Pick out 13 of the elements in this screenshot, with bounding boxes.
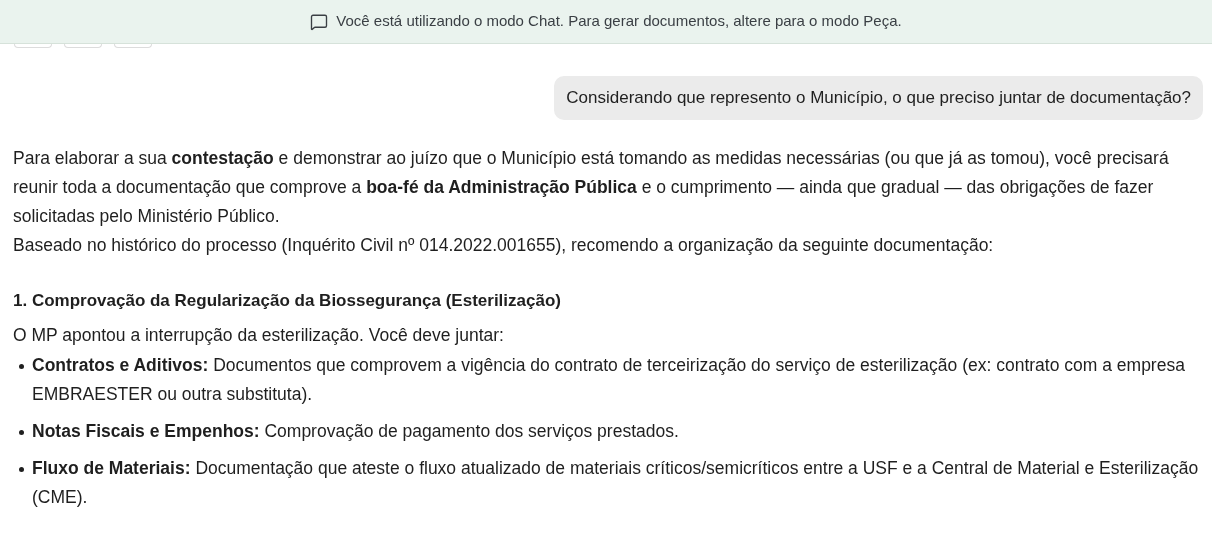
bullet-text: Notas Fiscais e Empenhos: Comprovação de pagamento dos serviços prestados. <box>32 419 679 443</box>
bullet-icon <box>19 363 24 369</box>
answer-paragraph: Baseado no histórico do processo (Inquérito Civil nº 014.2022.001655), recomendo a organização da seguinte documentação: <box>13 233 995 257</box>
answer-paragraph: Para elaborar a sua contestação e demonstrar ao juízo que o Município está tomando as medidas necessárias (ou que já as tomou), você precisará reunir toda a documentação que comprove a boa-fé da Administração Pública e o cumprimento — ainda que gradual — das obrigações de fazer solicitadas pelo Ministério Público. <box>13 146 1170 228</box>
bullet-text: Contratos e Aditivos: Documentos que comprovem a vigência do contrato de terceirização do serviço de esterilização (ex: contrato com a empresa EMBRAESTER ou outra substituta). <box>32 353 1186 406</box>
banner-text: Você está utilizando o modo Chat. Para gerar documentos, altere para o modo Peça. <box>336 11 902 32</box>
bullet-text: Fluxo de Materiais: Documentação que ateste o fluxo atualizado de materiais críticos/semicríticos entre a USF e a Central de Material e Esterilização (CME). <box>32 456 1199 509</box>
bullet-icon <box>19 429 24 435</box>
chat-icon <box>310 12 329 31</box>
user-message: Considerando que represento o Município, o que preciso juntar de documentação? <box>554 76 1203 120</box>
section-intro: O MP apontou a interrupção da esterilização. Você deve juntar: <box>13 323 505 347</box>
bullet-icon <box>19 466 24 472</box>
section-heading: 1. Comprovação da Regularização da Biossegurança (Esterilização) <box>13 289 562 312</box>
